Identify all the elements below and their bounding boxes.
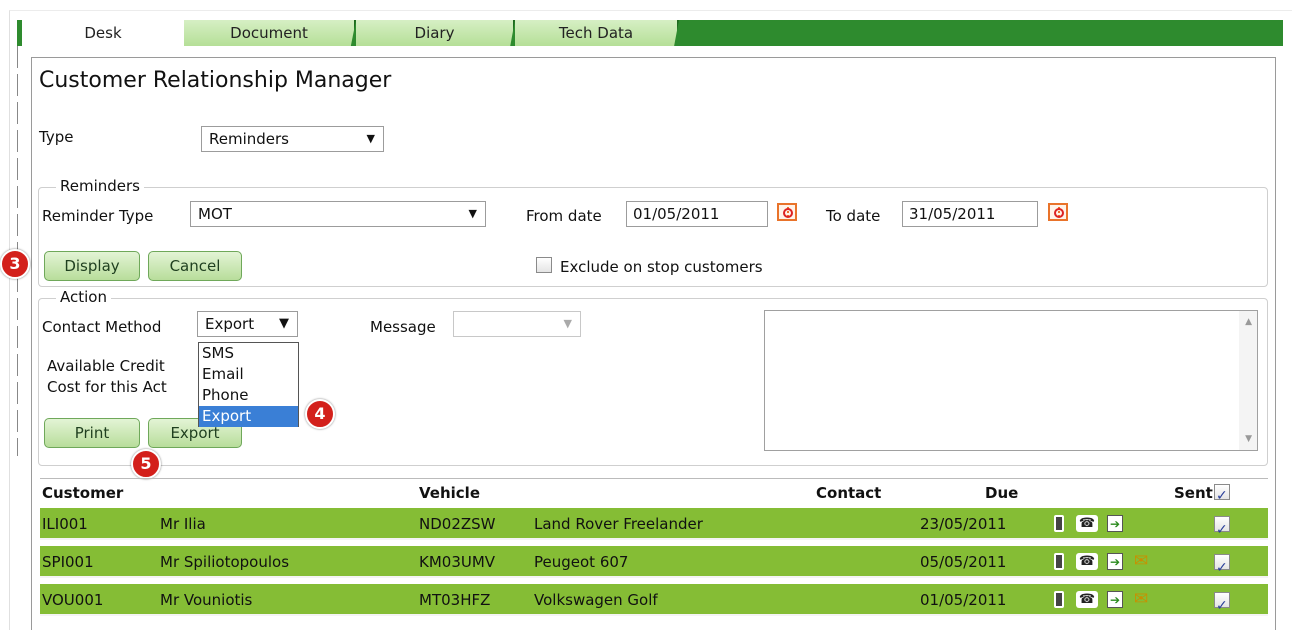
mobile-icon[interactable] bbox=[1054, 515, 1064, 532]
due-date: 05/05/2011 bbox=[920, 553, 1007, 571]
step-marker: 3 bbox=[0, 249, 30, 279]
mobile-icon[interactable] bbox=[1054, 553, 1064, 570]
option-email[interactable]: Email bbox=[199, 364, 298, 385]
vehicle-reg: KM03UMV bbox=[419, 553, 496, 571]
step-marker: 5 bbox=[131, 449, 161, 479]
from-date-label: From date bbox=[526, 207, 602, 225]
step-marker: 4 bbox=[305, 399, 335, 429]
sent-checkbox[interactable] bbox=[1214, 590, 1230, 622]
phone-icon[interactable]: ☎ bbox=[1076, 553, 1098, 570]
customer-name: Mr Ilia bbox=[160, 515, 206, 533]
contact-method-dropdown: SMS Email Phone Export bbox=[198, 342, 299, 427]
customer-name: Mr Spiliotopoulos bbox=[160, 553, 290, 571]
chevron-down-icon: ▼ bbox=[279, 316, 289, 331]
table-header: Customer Vehicle Contact Due Sent bbox=[40, 478, 1268, 510]
export-icon[interactable]: ➔ bbox=[1107, 553, 1123, 570]
exclude-on-stop-checkbox[interactable] bbox=[536, 257, 552, 273]
display-button[interactable]: Display bbox=[44, 251, 140, 281]
tab-tech-data[interactable]: Tech Data bbox=[515, 20, 679, 46]
sent-checkbox[interactable] bbox=[1214, 552, 1230, 584]
type-label: Type bbox=[39, 128, 74, 146]
scrollbar[interactable] bbox=[1239, 311, 1257, 450]
reminders-legend: Reminders bbox=[56, 177, 144, 195]
scroll-down-icon[interactable]: ▼ bbox=[1245, 434, 1252, 444]
contact-method-select[interactable]: Export ▼ bbox=[197, 311, 298, 337]
tab-desk[interactable]: Desk bbox=[22, 20, 184, 48]
type-select-value: Reminders bbox=[209, 130, 289, 148]
vehicle-model: Land Rover Freelander bbox=[534, 515, 703, 533]
vehicle-model: Peugeot 607 bbox=[534, 553, 629, 571]
vehicle-reg: MT03HFZ bbox=[419, 591, 491, 609]
tab-document[interactable]: Document bbox=[184, 20, 356, 46]
message-select[interactable]: ▼ bbox=[453, 311, 581, 337]
customer-code: SPI001 bbox=[42, 553, 94, 571]
header-customer: Customer bbox=[42, 484, 124, 502]
type-select[interactable]: Reminders ▼ bbox=[201, 126, 384, 152]
due-date: 23/05/2011 bbox=[920, 515, 1007, 533]
calendar-icon[interactable] bbox=[1048, 203, 1068, 221]
option-sms[interactable]: SMS bbox=[199, 343, 298, 364]
cost-label: Cost for this Act bbox=[47, 378, 167, 396]
option-phone[interactable]: Phone bbox=[199, 385, 298, 406]
cancel-button[interactable]: Cancel bbox=[148, 251, 242, 281]
chevron-down-icon: ▼ bbox=[366, 132, 375, 145]
export-icon[interactable]: ➔ bbox=[1107, 515, 1123, 532]
select-all-sent-checkbox[interactable] bbox=[1214, 482, 1230, 510]
contact-method-label: Contact Method bbox=[42, 318, 162, 336]
page-title: Customer Relationship Manager bbox=[39, 68, 392, 93]
table-row[interactable]: VOU001 Mr Vouniotis MT03HFZ Volkswagen G… bbox=[40, 584, 1268, 622]
phone-icon[interactable]: ☎ bbox=[1076, 591, 1098, 608]
reminder-type-select[interactable]: MOT ▼ bbox=[190, 201, 486, 227]
reminder-type-value: MOT bbox=[198, 205, 232, 223]
reminder-type-label: Reminder Type bbox=[42, 207, 154, 225]
customer-code: VOU001 bbox=[42, 591, 104, 609]
calendar-icon[interactable] bbox=[777, 203, 797, 221]
contact-method-value: Export bbox=[205, 315, 255, 333]
header-sent: Sent bbox=[1174, 484, 1213, 502]
mobile-icon[interactable] bbox=[1054, 591, 1064, 608]
sent-checkbox[interactable] bbox=[1214, 514, 1230, 546]
exclude-on-stop-label: Exclude on stop customers bbox=[560, 258, 763, 276]
scroll-up-icon[interactable]: ▲ bbox=[1245, 317, 1252, 327]
vehicle-model: Volkswagen Golf bbox=[534, 591, 658, 609]
header-vehicle: Vehicle bbox=[419, 484, 480, 502]
print-button[interactable]: Print bbox=[44, 418, 140, 448]
phone-icon[interactable]: ☎ bbox=[1076, 515, 1098, 532]
customer-name: Mr Vouniotis bbox=[160, 591, 253, 609]
header-due: Due bbox=[985, 484, 1019, 502]
available-credit-label: Available Credit bbox=[47, 357, 165, 375]
option-export[interactable]: Export bbox=[199, 406, 298, 427]
table-row[interactable]: SPI001 Mr Spiliotopoulos KM03UMV Peugeot… bbox=[40, 546, 1268, 584]
message-label: Message bbox=[370, 318, 436, 336]
mail-icon[interactable]: ✉ bbox=[1133, 591, 1149, 608]
mail-icon[interactable]: ✉ bbox=[1133, 553, 1149, 570]
message-textarea[interactable]: ▲ ▼ bbox=[764, 310, 1258, 451]
action-legend: Action bbox=[56, 288, 111, 306]
export-icon[interactable]: ➔ bbox=[1107, 591, 1123, 608]
due-date: 01/05/2011 bbox=[920, 591, 1007, 609]
to-date-input[interactable]: 31/05/2011 bbox=[902, 201, 1038, 227]
to-date-label: To date bbox=[826, 207, 881, 225]
customer-code: ILI001 bbox=[42, 515, 88, 533]
chevron-down-icon: ▼ bbox=[468, 207, 477, 220]
from-date-input[interactable]: 01/05/2011 bbox=[626, 201, 768, 227]
table-row[interactable]: ILI001 Mr Ilia ND02ZSW Land Rover Freela… bbox=[40, 508, 1268, 546]
tab-diary[interactable]: Diary bbox=[356, 20, 515, 46]
chevron-down-icon: ▼ bbox=[563, 317, 572, 330]
vehicle-reg: ND02ZSW bbox=[419, 515, 496, 533]
header-contact: Contact bbox=[816, 484, 882, 502]
